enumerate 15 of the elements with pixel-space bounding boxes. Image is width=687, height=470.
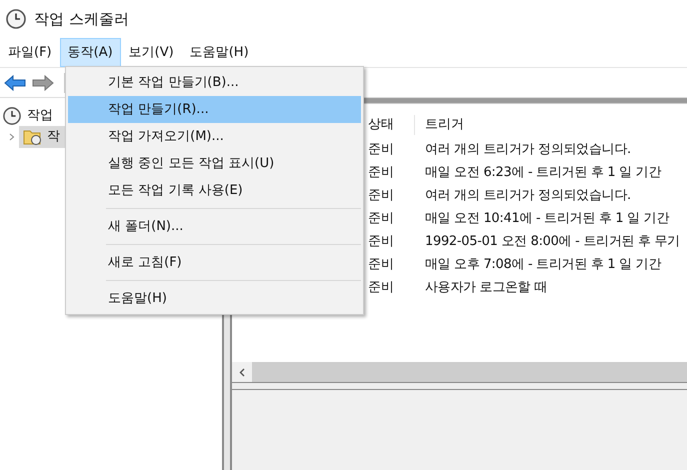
table-cell-text: 준비 <box>368 186 395 205</box>
table-cell-text: 매일 오전 6:23에 - 트리거된 후 1 일 기간 <box>424 164 662 182</box>
table-cell-text: 준비 <box>368 210 395 228</box>
table-cell-text: 준비 <box>368 256 395 274</box>
table-cell-text: 준비 <box>368 278 395 297</box>
table-cell-text: 준비 <box>368 232 395 251</box>
table-cell-text: 여러 개의 트리거가 정의되었습니다. <box>424 140 631 159</box>
table-cell-text: 사용자가 로그온할 때 <box>424 278 547 297</box>
table-cell-text: 준비 <box>368 164 395 182</box>
table-cell-text: 매일 오전 10:41에 - 트리거된 후 1 일 기간 <box>424 210 670 228</box>
window-title: 작업 스케줄러 <box>34 8 129 30</box>
table-cell-text: 1992-05-01 오전 8:00에 - 트리거된 후 무기 <box>424 232 680 251</box>
table-cell-text: 매일 오후 7:08에 - 트리거된 후 1 일 기간 <box>424 256 662 274</box>
table-cell-text: 준비 <box>368 140 395 159</box>
table-cell-text: 여러 개의 트리거가 정의되었습니다. <box>424 186 631 205</box>
